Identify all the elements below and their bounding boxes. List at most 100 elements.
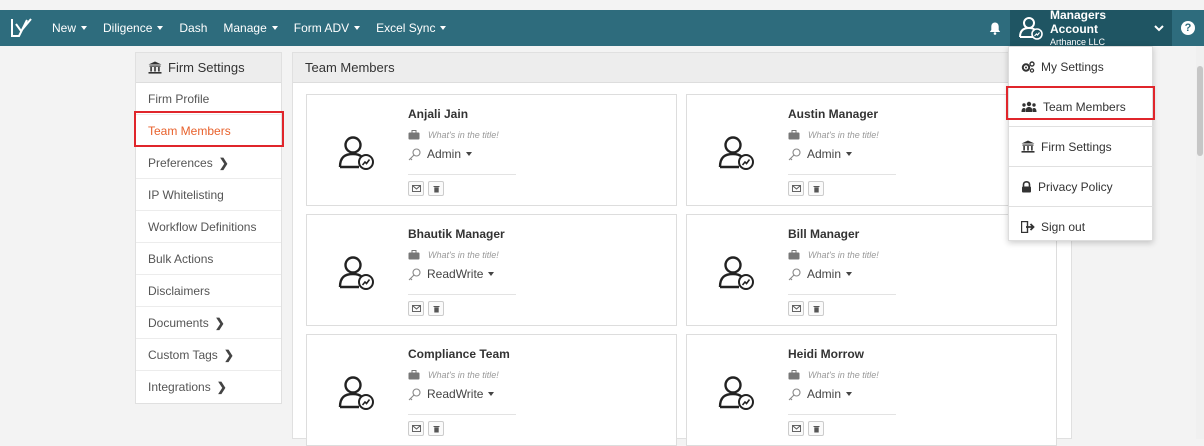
- nav-diligence[interactable]: Diligence: [95, 10, 171, 46]
- nav-new-label: New: [52, 21, 77, 35]
- nav-diligence-label: Diligence: [103, 21, 153, 35]
- member-title-placeholder: What's in the title!: [808, 370, 879, 380]
- delete-button[interactable]: [808, 421, 824, 436]
- caret-down-icon: [440, 26, 447, 30]
- chevron-right-icon: ❯: [223, 347, 234, 362]
- member-title-field[interactable]: What's in the title!: [788, 250, 898, 260]
- user-avatar-icon: [718, 376, 754, 410]
- nav-manage[interactable]: Manage: [215, 10, 285, 46]
- member-role-dropdown[interactable]: Admin: [408, 147, 518, 161]
- nav-dash[interactable]: Dash: [171, 10, 215, 46]
- member-role-dropdown[interactable]: ReadWrite: [408, 387, 518, 401]
- member-role-dropdown[interactable]: Admin: [788, 267, 898, 281]
- email-button[interactable]: [788, 301, 804, 316]
- member-actions: [788, 174, 896, 196]
- trash-icon: [813, 425, 819, 432]
- account-avatar-icon: [1019, 17, 1043, 40]
- menu-item-my-settings[interactable]: My Settings: [1009, 47, 1154, 86]
- member-card: Compliance Team What's in the title! Rea…: [306, 334, 677, 446]
- member-title-field[interactable]: What's in the title!: [788, 130, 898, 140]
- email-button[interactable]: [408, 301, 424, 316]
- key-icon: [788, 147, 801, 160]
- member-name: Compliance Team: [408, 347, 510, 361]
- member-title-field[interactable]: What's in the title!: [788, 370, 898, 380]
- nav-excel-sync[interactable]: Excel Sync: [368, 10, 454, 46]
- member-role-dropdown[interactable]: Admin: [788, 387, 898, 401]
- member-title-field[interactable]: What's in the title!: [408, 250, 518, 260]
- menu-item-privacy-policy[interactable]: Privacy Policy: [1009, 167, 1154, 206]
- sidebar-item-label: Disclaimers: [148, 283, 211, 298]
- sidebar-item-firm-profile[interactable]: Firm Profile: [136, 83, 281, 115]
- delete-button[interactable]: [808, 301, 824, 316]
- email-button[interactable]: [788, 181, 804, 196]
- trash-icon: [433, 305, 439, 312]
- nav-right-group: Managers Account Arthance LLC ?: [980, 8, 1204, 47]
- menu-item-firm-settings[interactable]: Firm Settings: [1009, 127, 1154, 166]
- member-role-dropdown[interactable]: ReadWrite: [408, 267, 518, 281]
- account-menu-toggle[interactable]: Managers Account Arthance LLC: [1010, 8, 1172, 47]
- sidebar-heading: Firm Settings: [136, 53, 281, 83]
- envelope-icon: [411, 425, 421, 432]
- briefcase-icon: [788, 250, 800, 260]
- member-card: Austin Manager What's in the title! Admi…: [686, 94, 1057, 206]
- member-role-label: Admin: [807, 147, 842, 161]
- users-icon: [1021, 101, 1037, 112]
- trash-icon: [813, 305, 819, 312]
- caret-down-icon: [157, 26, 164, 30]
- member-title-field[interactable]: What's in the title!: [408, 130, 518, 140]
- sidebar-item-preferences[interactable]: Preferences ❯: [136, 147, 281, 179]
- member-role-dropdown[interactable]: Admin: [788, 147, 898, 161]
- nav-form-adv-label: Form ADV: [293, 21, 350, 35]
- sidebar-item-disclaimers[interactable]: Disclaimers: [136, 275, 281, 307]
- delete-button[interactable]: [428, 421, 444, 436]
- user-avatar-icon: [718, 256, 754, 290]
- envelope-icon: [411, 185, 421, 192]
- help-icon: ?: [1181, 21, 1195, 35]
- sidebar-item-team-members[interactable]: Team Members: [136, 115, 281, 147]
- key-icon: [788, 267, 801, 280]
- member-card: Anjali Jain What's in the title! Admin: [306, 94, 677, 206]
- email-button[interactable]: [408, 421, 424, 436]
- nav-new[interactable]: New: [44, 10, 95, 46]
- menu-item-sign-out[interactable]: Sign out: [1009, 207, 1154, 246]
- scrollbar-thumb[interactable]: [1197, 66, 1203, 156]
- account-name: Managers Account: [1050, 8, 1107, 36]
- account-text: Managers Account Arthance LLC: [1050, 8, 1154, 47]
- delete-button[interactable]: [808, 181, 824, 196]
- member-actions: [408, 294, 516, 316]
- member-title-placeholder: What's in the title!: [428, 370, 499, 380]
- sidebar-item-documents[interactable]: Documents ❯: [136, 307, 281, 339]
- sidebar-item-bulk-actions[interactable]: Bulk Actions: [136, 243, 281, 275]
- sidebar-item-workflow-definitions[interactable]: Workflow Definitions: [136, 211, 281, 243]
- caret-down-icon: [354, 26, 361, 30]
- menu-item-team-members[interactable]: Team Members: [1009, 87, 1154, 126]
- nav-excel-sync-label: Excel Sync: [376, 21, 436, 35]
- member-name: Austin Manager: [788, 107, 879, 121]
- bell-icon: [989, 22, 1001, 35]
- sidebar-item-integrations[interactable]: Integrations ❯: [136, 371, 281, 403]
- app-logo[interactable]: [0, 10, 44, 46]
- email-button[interactable]: [788, 421, 804, 436]
- member-card: Bill Manager What's in the title! Admin: [686, 214, 1057, 326]
- member-role-label: ReadWrite: [427, 387, 484, 401]
- sidebar-item-ip-whitelisting[interactable]: IP Whitelisting: [136, 179, 281, 211]
- member-info: Compliance Team What's in the title! Rea…: [408, 347, 518, 401]
- sidebar-item-label: Team Members: [148, 123, 231, 138]
- member-info: Austin Manager What's in the title! Admi…: [788, 107, 898, 161]
- delete-button[interactable]: [428, 181, 444, 196]
- user-avatar-icon: [338, 256, 374, 290]
- help-button[interactable]: ?: [1172, 10, 1204, 46]
- menu-item-label: My Settings: [1041, 59, 1104, 74]
- email-button[interactable]: [408, 181, 424, 196]
- trash-icon: [433, 425, 439, 432]
- sidebar-item-custom-tags[interactable]: Custom Tags ❯: [136, 339, 281, 371]
- member-card: Heidi Morrow What's in the title! Admin: [686, 334, 1057, 446]
- menu-item-label: Privacy Policy: [1038, 179, 1113, 194]
- nav-form-adv[interactable]: Form ADV: [286, 10, 368, 46]
- member-actions: [408, 414, 516, 436]
- sign-out-icon: [1021, 220, 1035, 233]
- notifications-button[interactable]: [980, 10, 1010, 46]
- member-title-field[interactable]: What's in the title!: [408, 370, 518, 380]
- caret-down-icon: [81, 26, 88, 30]
- delete-button[interactable]: [428, 301, 444, 316]
